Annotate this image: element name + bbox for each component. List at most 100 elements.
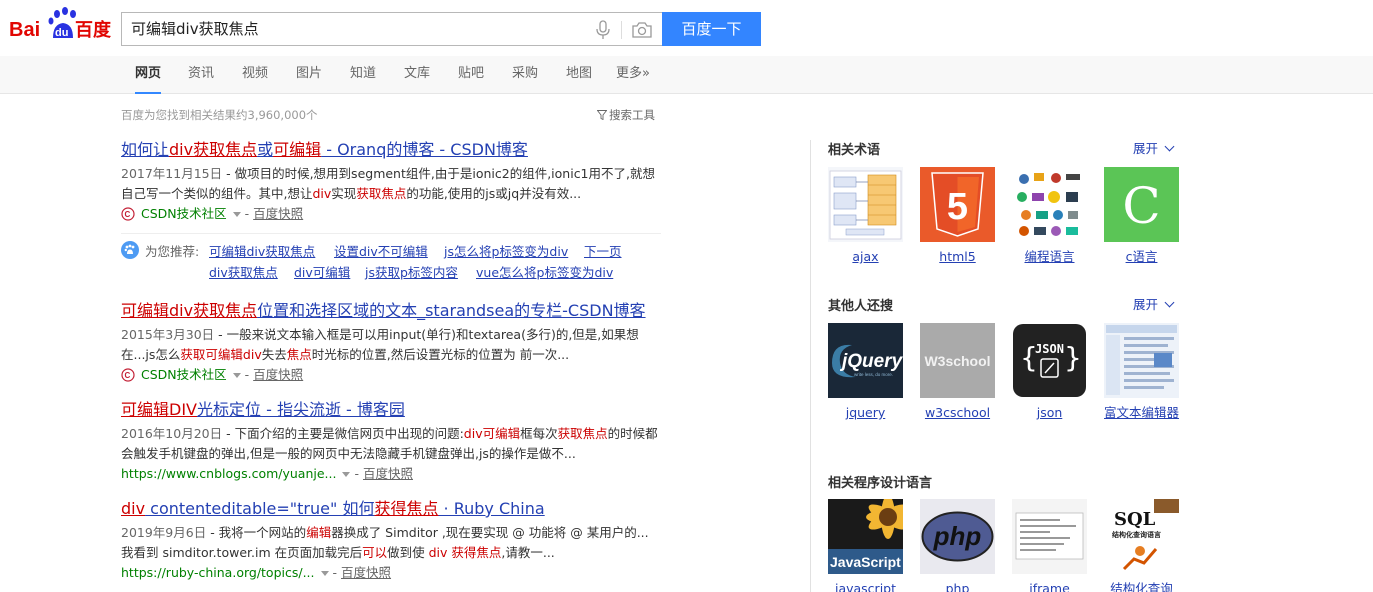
related-item-label[interactable]: html5 <box>920 247 995 267</box>
keyword-highlight: 可以 <box>362 545 388 560</box>
keyword-highlight: 可编辑DIV <box>121 400 197 419</box>
json-thumbnail[interactable]: { } JSON <box>1012 323 1087 398</box>
text-segment: 的功能,使用的js或jq并没有效... <box>406 186 582 201</box>
recommend-link[interactable]: div可编辑 <box>294 262 350 281</box>
search-input[interactable] <box>131 13 571 45</box>
tab-wenku[interactable]: 文库 <box>404 56 430 94</box>
programming-languages-thumbnail[interactable] <box>1012 167 1087 242</box>
related-item-label[interactable]: c语言 <box>1104 247 1179 267</box>
c-language-logo-text: C <box>1122 177 1160 235</box>
header: Bai du 百度 百度一下 <box>0 0 1373 56</box>
recommend-link[interactable]: 可编辑div获取焦点 <box>209 241 315 260</box>
search-tools-button[interactable]: 搜索工具 <box>597 107 655 123</box>
sql-book-thumbnail[interactable]: SQL 结构化查询语言 <box>1104 499 1179 574</box>
recommend-link[interactable]: vue怎么将p标签变为div <box>476 262 613 281</box>
result-title-link[interactable]: 可编辑DIV光标定位 - 指尖流逝 - 博客园 <box>121 400 661 420</box>
related-item-label[interactable]: ajax <box>828 247 903 267</box>
cache-link[interactable]: 百度快照 <box>253 365 303 385</box>
others-searched-title: 其他人还搜 <box>828 299 894 314</box>
tab-tieba[interactable]: 贴吧 <box>458 56 484 94</box>
related-terms-title: 相关术语 <box>828 143 881 158</box>
search-button[interactable]: 百度一下 <box>662 12 761 46</box>
keyword-highlight: div <box>121 499 146 518</box>
related-item-label[interactable]: w3cschool <box>920 403 995 423</box>
w3school-thumbnail[interactable]: W3school <box>920 323 995 398</box>
result-title-link[interactable]: div contenteditable="true" 如何获得焦点 · Ruby… <box>121 499 661 519</box>
cache-link[interactable]: 百度快照 <box>363 464 413 484</box>
result-source: CSDN技术社区 <box>141 367 227 382</box>
tab-news[interactable]: 资讯 <box>188 56 214 94</box>
tab-web[interactable]: 网页 <box>135 56 162 94</box>
result-source-line: C CSDN技术社区 - 百度快照 <box>121 204 661 224</box>
related-item-label[interactable]: iframe <box>1012 579 1087 592</box>
tab-zhidao[interactable]: 知道 <box>350 56 376 94</box>
result-url: https://www.cnblogs.com/yuanje... <box>121 466 337 481</box>
recommend-block: 为您推荐: 可编辑div获取焦点 设置div不可编辑 js怎么将p标签变为div… <box>121 233 661 280</box>
json-logo-text: JSON <box>1035 342 1064 356</box>
text-segment: 做到使 <box>387 545 429 560</box>
csdn-icon: C <box>121 368 135 382</box>
keyword-highlight: 获得焦点 <box>374 499 439 518</box>
related-item-label[interactable]: jquery <box>828 403 903 423</box>
result-date: 2015年3月30日 <box>121 327 215 342</box>
c-language-thumbnail[interactable]: C <box>1104 167 1179 242</box>
url-dropdown-icon[interactable] <box>320 570 329 576</box>
expand-button[interactable]: 展开 <box>1133 294 1175 313</box>
sql-book-title: SQL <box>1114 509 1156 530</box>
recommend-link[interactable]: js怎么将p标签变为div <box>444 241 568 260</box>
ajax-diagram-thumbnail[interactable] <box>828 167 903 242</box>
related-item-label[interactable]: 编程语言 <box>1012 247 1087 267</box>
related-item-label[interactable]: json <box>1012 403 1087 423</box>
source-dropdown-icon[interactable] <box>232 211 241 217</box>
keyword-highlight: 焦点 <box>286 347 312 362</box>
text-segment: 时光标的位置,然后设置光标的位置为 前一次... <box>311 347 570 362</box>
source-dropdown-icon[interactable] <box>232 372 241 378</box>
expand-button[interactable]: 展开 <box>1133 138 1175 157</box>
keyword-highlight: div 获得焦点 <box>428 545 502 560</box>
related-item-label[interactable]: 结构化查询 <box>1104 579 1179 592</box>
keyword-highlight: 可编辑div获取焦点 <box>121 301 258 320</box>
csdn-icon: C <box>121 207 135 221</box>
recommend-link[interactable]: js获取p标签内容 <box>365 262 458 281</box>
result-date: 2016年10月20日 <box>121 426 223 441</box>
recommend-link[interactable]: div获取焦点 <box>209 262 278 281</box>
tab-map[interactable]: 地图 <box>566 56 592 94</box>
keyword-highlight: 编辑 <box>306 525 332 540</box>
column-divider <box>810 140 811 592</box>
keyword-highlight: 获取焦点 <box>356 186 407 201</box>
keyword-highlight: 获取焦点 <box>557 426 608 441</box>
tab-images[interactable]: 图片 <box>296 56 322 94</box>
text-segment: 位置和选择区域的文本_starandsea的专栏-CSDN博客 <box>257 301 646 320</box>
related-item-label[interactable]: 富文本编辑器 <box>1104 403 1179 423</box>
php-logo-text: php <box>933 521 982 551</box>
iframe-thumbnail[interactable] <box>1012 499 1087 574</box>
next-page-link[interactable]: 下一页 <box>584 241 622 260</box>
related-item-label[interactable]: javascript <box>828 579 903 592</box>
search-result: 可编辑div获取焦点位置和选择区域的文本_starandsea的专栏-CSDN博… <box>121 301 661 385</box>
baidu-logo[interactable]: Bai du 百度 <box>9 6 113 46</box>
tab-more[interactable]: 更多» <box>616 56 650 94</box>
tab-video[interactable]: 视频 <box>242 56 268 94</box>
search-nav-tabs: 网页 资讯 视频 图片 知道 文库 贴吧 采购 地图 更多» <box>0 56 1373 94</box>
text-segment: 如何让 <box>121 140 170 159</box>
cache-link[interactable]: 百度快照 <box>341 563 391 583</box>
search-result: 如何让div获取焦点或可编辑 - Oranq的博客 - CSDN博客 2017年… <box>121 140 661 224</box>
camera-icon[interactable] <box>631 21 653 39</box>
jquery-thumbnail[interactable]: jQuery write less, do more. <box>828 323 903 398</box>
text-segment: 失去 <box>261 347 287 362</box>
result-abstract: 2017年11月15日 - 做项目的时候,想用到segment组件,由于是ion… <box>121 164 661 204</box>
microphone-icon[interactable] <box>595 20 611 40</box>
cache-link[interactable]: 百度快照 <box>253 204 303 224</box>
result-date: 2019年9月6日 <box>121 525 207 540</box>
related-item-label[interactable]: php <box>920 579 995 592</box>
rich-text-editor-thumbnail[interactable] <box>1104 323 1179 398</box>
result-title-link[interactable]: 可编辑div获取焦点位置和选择区域的文本_starandsea的专栏-CSDN博… <box>121 301 661 321</box>
result-title-link[interactable]: 如何让div获取焦点或可编辑 - Oranq的博客 - CSDN博客 <box>121 140 661 160</box>
url-dropdown-icon[interactable] <box>342 471 351 477</box>
recommend-link[interactable]: 设置div不可编辑 <box>334 241 428 260</box>
paw-icon <box>121 241 139 259</box>
javascript-thumbnail[interactable]: JavaScript <box>828 499 903 574</box>
php-logo-thumbnail[interactable]: php <box>920 499 995 574</box>
tab-purchase[interactable]: 采购 <box>512 56 538 94</box>
html5-logo-thumbnail[interactable]: 5 <box>920 167 995 242</box>
